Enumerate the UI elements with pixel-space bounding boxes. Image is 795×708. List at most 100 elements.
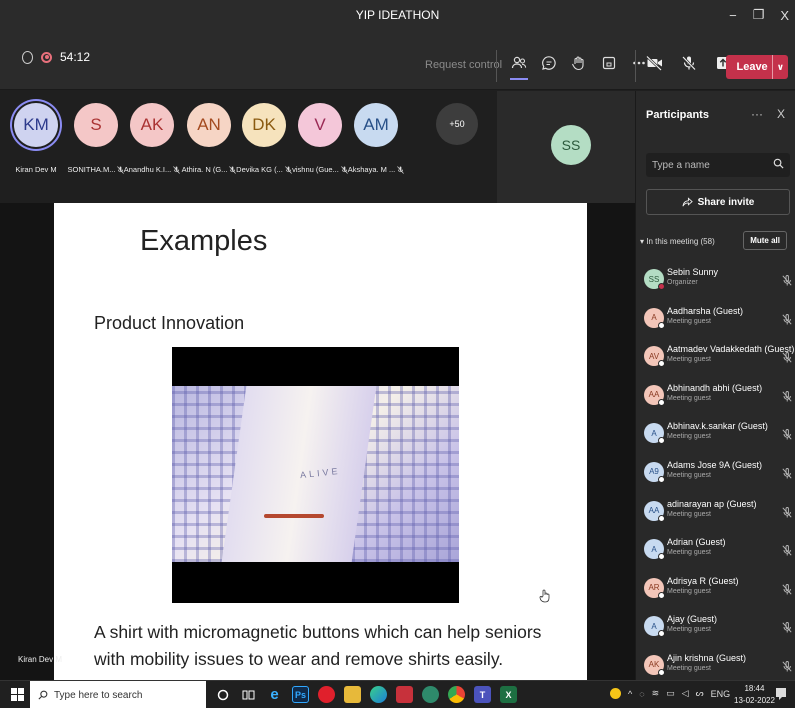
avatar: SS: [551, 125, 591, 165]
presence-status-icon: [658, 283, 665, 290]
minimize-button[interactable]: −: [729, 8, 737, 23]
participant-tile[interactable]: AM Akshaya. M ...: [336, 103, 416, 174]
participant-list-item[interactable]: A Abhinav.k.sankar (Guest) Meeting guest: [644, 419, 794, 458]
participant-role: Organizer: [667, 279, 698, 286]
participant-role: Meeting guest: [667, 433, 711, 441]
participant-list-item[interactable]: A Aadharsha (Guest) Meeting guest: [644, 304, 794, 343]
mic-off-icon[interactable]: [782, 505, 792, 523]
taskbar-search-input[interactable]: Type here to search: [30, 681, 206, 708]
meeting-toolbar: 54:12 Request control Leave ∨: [0, 30, 795, 90]
participant-name: Aatmadev Vadakkedath (Guest): [667, 344, 795, 355]
chevron-up-icon[interactable]: ^: [628, 689, 632, 699]
edge-icon[interactable]: [370, 686, 387, 703]
notification-badge-icon[interactable]: [610, 688, 621, 699]
mic-off-icon[interactable]: [782, 389, 792, 407]
participants-icon[interactable]: [509, 52, 529, 80]
mic-off-icon: [397, 165, 405, 174]
mic-off-icon[interactable]: [782, 312, 792, 330]
task-view-icon[interactable]: [240, 686, 257, 703]
battery-icon[interactable]: ▭: [666, 688, 675, 699]
maximize-button[interactable]: ❐: [753, 7, 765, 23]
teams-icon[interactable]: T: [474, 686, 491, 703]
participant-role: Meeting guest: [667, 549, 711, 557]
opera-icon[interactable]: [318, 686, 335, 703]
edge-legacy-icon[interactable]: e: [266, 686, 283, 703]
breakout-rooms-icon[interactable]: [599, 52, 619, 74]
participant-name-text: Athira. N (G...: [181, 165, 228, 174]
participant-list-item[interactable]: A Adrian (Guest) Meeting guest: [644, 535, 794, 574]
title-bar: YIP IDEATHON − ❐ X: [0, 0, 795, 30]
mic-off-icon[interactable]: [782, 620, 792, 638]
action-center-icon[interactable]: [775, 687, 787, 706]
ink-app-icon[interactable]: [396, 686, 413, 703]
participant-list-item[interactable]: A Ajay (Guest) Meeting guest: [644, 612, 794, 651]
excel-icon[interactable]: X: [500, 686, 517, 703]
in-meeting-section[interactable]: ▾ In this meeting (58): [640, 237, 715, 246]
close-button[interactable]: X: [780, 8, 789, 23]
shield-icon[interactable]: [22, 50, 33, 64]
participant-list-item[interactable]: AA adinarayan ap (Guest) Meeting guest: [644, 497, 794, 536]
participant-role: Meeting guest: [667, 510, 711, 518]
participant-name: Abhinandh abhi (Guest): [667, 382, 763, 393]
mic-off-icon[interactable]: [782, 273, 792, 291]
recording-icon: [41, 51, 52, 63]
pen-icon[interactable]: ᔕ: [696, 688, 704, 699]
participant-name-text: vishnu (Gue...: [292, 165, 339, 174]
participant-search-input[interactable]: Type a name: [646, 153, 790, 177]
slide-video[interactable]: ALIVE: [172, 347, 459, 603]
presence-status-icon: [658, 475, 665, 483]
share-icon: [682, 196, 693, 206]
participant-name-text: Kiran Dev M: [15, 165, 57, 174]
mic-off-icon[interactable]: [679, 52, 699, 74]
avatar: SS: [644, 269, 665, 290]
app-icon[interactable]: [422, 686, 439, 703]
participant-list: SS Sebin Sunny Organizer A Aadharsha (Guest)…: [644, 265, 794, 680]
participant-list-item[interactable]: AV Aatmadev Vadakkedath (Guest) Meeting gu…: [644, 342, 794, 381]
mic-off-icon[interactable]: [782, 582, 792, 600]
participant-list-item[interactable]: SS Sebin Sunny Organizer: [644, 265, 794, 304]
leave-options-chevron-icon[interactable]: ∨: [771, 55, 784, 79]
volume-icon[interactable]: ◁: [682, 688, 689, 699]
mic-off-icon[interactable]: [782, 350, 792, 368]
avatar-initials: AK: [648, 660, 660, 670]
mic-off-icon[interactable]: [782, 466, 792, 484]
participant-name: Sebin Sunny: [667, 267, 719, 277]
participant-list-item[interactable]: A9 Adams Jose 9A (Guest) Meeting guest: [644, 458, 794, 497]
search-icon[interactable]: [773, 158, 784, 172]
media-controls: [645, 52, 733, 74]
avatar: KM: [14, 103, 58, 147]
mute-all-button[interactable]: Mute all: [743, 231, 787, 250]
reactions-icon[interactable]: [569, 52, 589, 74]
meeting-info: 54:12: [22, 50, 90, 64]
avatar: AK: [130, 103, 174, 147]
avatar-initials: A9: [649, 467, 659, 477]
camera-off-icon[interactable]: [645, 52, 665, 74]
meeting-timer: 54:12: [60, 50, 91, 64]
leave-button[interactable]: Leave ∨: [726, 55, 788, 79]
panel-close-button[interactable]: X: [777, 107, 785, 121]
request-control-button[interactable]: Request control: [425, 59, 502, 71]
share-invite-button[interactable]: Share invite: [646, 189, 790, 215]
presence-status-icon: [658, 360, 665, 368]
cortana-icon[interactable]: [214, 686, 231, 703]
language-indicator[interactable]: ENG: [711, 689, 731, 699]
more-participants-button[interactable]: +50: [436, 103, 478, 145]
wifi-icon[interactable]: ≋: [652, 688, 660, 699]
clock[interactable]: 18:44 13-02-2022: [734, 683, 775, 707]
chrome-icon[interactable]: [448, 686, 465, 703]
participant-name: Adams Jose 9A (Guest): [667, 459, 763, 470]
panel-more-button[interactable]: ···: [751, 107, 763, 121]
file-explorer-icon[interactable]: [344, 686, 361, 703]
photoshop-icon[interactable]: Ps: [292, 686, 309, 703]
avatar-initials: AA: [648, 390, 660, 400]
mic-off-icon[interactable]: [782, 659, 792, 677]
chat-icon[interactable]: [539, 52, 559, 74]
mic-off-icon[interactable]: [782, 427, 792, 445]
participant-list-item[interactable]: AR Adrisya R (Guest) Meeting guest: [644, 574, 794, 613]
avatar: AA: [644, 384, 665, 406]
windows-start-icon[interactable]: [11, 688, 24, 706]
participant-list-item[interactable]: AA Abhinandh abhi (Guest) Meeting guest: [644, 381, 794, 420]
participant-list-item[interactable]: AK Ajin krishna (Guest) Meeting guest: [644, 651, 794, 680]
network-icon[interactable]: ◌: [639, 689, 644, 699]
mic-off-icon[interactable]: [782, 543, 792, 561]
